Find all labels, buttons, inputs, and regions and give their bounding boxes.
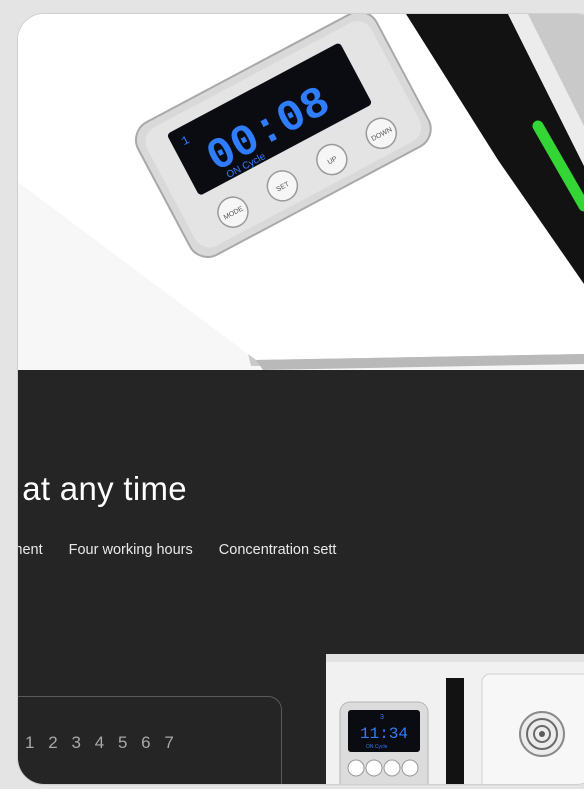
- weekday-number: 2: [48, 733, 59, 752]
- weekday-number: 3: [71, 733, 82, 752]
- feature-list: gent time adjustment Four working hours …: [18, 542, 336, 558]
- small-button: [383, 759, 401, 777]
- feature-section: ray at any time gent time adjustment Fou…: [18, 370, 584, 784]
- small-mode-text: ON Cycle: [366, 744, 388, 750]
- feature-time-adjustment: gent time adjustment: [18, 542, 43, 558]
- feature-concentration: Concentration sett: [218, 542, 337, 558]
- headline: ray at any time: [18, 470, 187, 507]
- fan-grille-icon: [519, 711, 565, 757]
- small-device: 3 11:34 ON Cycle: [326, 654, 584, 784]
- small-button: [401, 759, 419, 777]
- weekday-number: 5: [117, 733, 128, 752]
- small-button: [347, 759, 365, 777]
- weekday-number: 6: [141, 733, 152, 752]
- small-time: 11:34: [360, 725, 408, 743]
- feature-working-hours: Four working hours: [68, 542, 193, 558]
- small-channel: 3: [380, 714, 384, 721]
- product-hero: 1 00:08 ON Cycle MODE SET UP DOWN: [18, 14, 584, 370]
- weekday-number: 1: [25, 733, 35, 752]
- diffuser-device-illustration: 1 00:08 ON Cycle MODE SET UP DOWN: [18, 14, 584, 370]
- small-button: [365, 759, 383, 777]
- weekday-numbers: 1 2 3 4 5 6 7: [25, 733, 182, 753]
- weekday-number: 7: [164, 733, 175, 752]
- weekday-number: 4: [94, 733, 105, 752]
- product-image-frame: 1 00:08 ON Cycle MODE SET UP DOWN at any…: [18, 14, 584, 784]
- weekday-panel: 1 2 3 4 5 6 7: [18, 696, 282, 784]
